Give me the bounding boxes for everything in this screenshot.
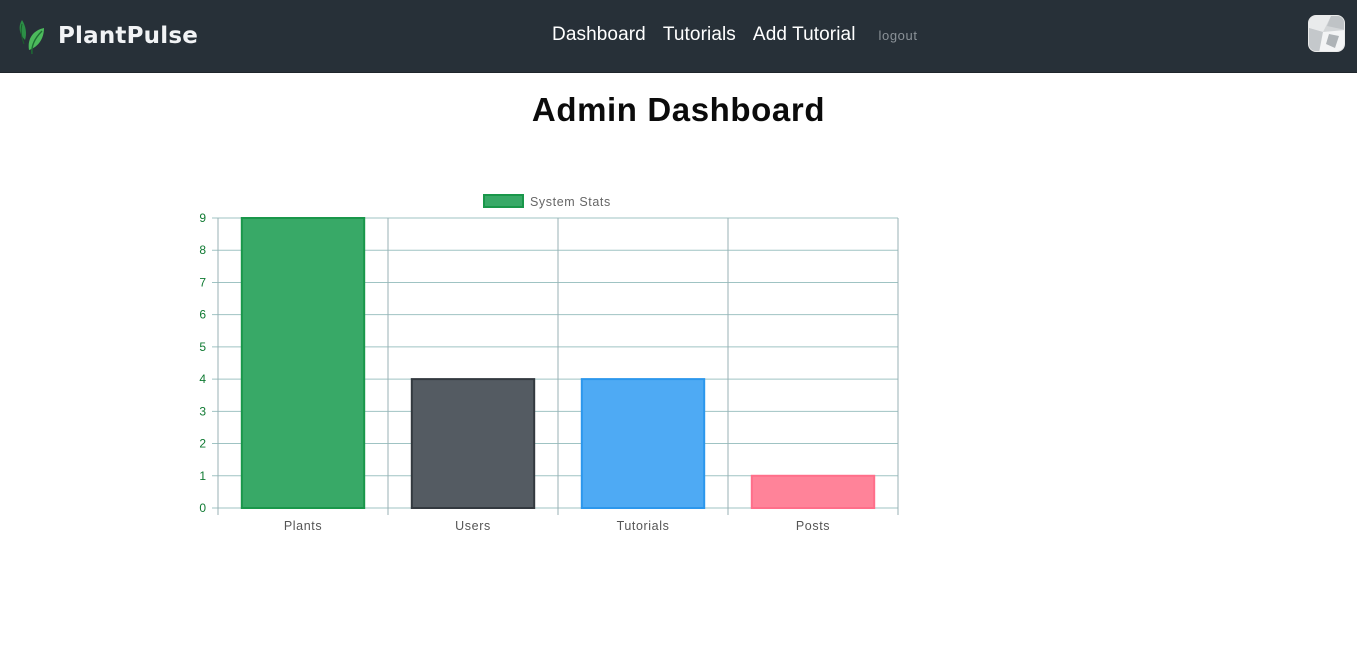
leaf-logo-icon xyxy=(19,20,44,55)
brand-link[interactable]: PlantPulse xyxy=(16,14,198,58)
x-tick-label: Tutorials xyxy=(617,519,670,533)
nav-tutorials-link[interactable]: Tutorials xyxy=(663,24,736,46)
bar-tutorials xyxy=(580,378,706,509)
legend-label: System Stats xyxy=(530,195,611,209)
legend-swatch xyxy=(483,194,524,208)
nav-add-tutorial-link[interactable]: Add Tutorial xyxy=(753,24,856,46)
avatar-image xyxy=(1309,16,1344,51)
user-avatar[interactable] xyxy=(1308,15,1345,52)
x-tick-label: Plants xyxy=(284,519,322,533)
x-tick-label: Posts xyxy=(796,519,830,533)
page-title: Admin Dashboard xyxy=(531,91,826,128)
top-navbar: PlantPulse Dashboard Tutorials Add Tutor… xyxy=(0,0,1357,73)
y-tick-label: 7 xyxy=(199,275,206,289)
bar-chart-svg: 0 1 2 3 4 5 6 7 8 9 Plants Users Tutorials Posts Syste… xyxy=(199,194,899,533)
y-tick-label: 8 xyxy=(199,243,206,257)
bar-plants xyxy=(240,217,366,509)
y-tick-label: 4 xyxy=(199,372,206,386)
y-tick-label: 2 xyxy=(199,437,206,451)
y-tick-label: 5 xyxy=(199,340,206,354)
y-tick-label: 0 xyxy=(199,501,206,515)
y-tick-label: 6 xyxy=(199,308,206,322)
brand-name: PlantPulse xyxy=(58,23,199,49)
y-tick-label: 1 xyxy=(199,469,206,483)
y-tick-label: 3 xyxy=(199,404,206,418)
system-stats-chart: 0 1 2 3 4 5 6 7 8 9 Plants Users Tutorials Posts Syste… xyxy=(180,180,910,540)
logout-link[interactable]: logout xyxy=(879,28,918,43)
main-nav: Dashboard Tutorials Add Tutorial logout xyxy=(552,0,918,70)
bar-posts xyxy=(750,474,876,509)
nav-dashboard-link[interactable]: Dashboard xyxy=(552,24,646,46)
x-tick-label: Users xyxy=(455,519,491,533)
bar-users xyxy=(410,378,536,509)
y-tick-label: 9 xyxy=(199,211,206,225)
